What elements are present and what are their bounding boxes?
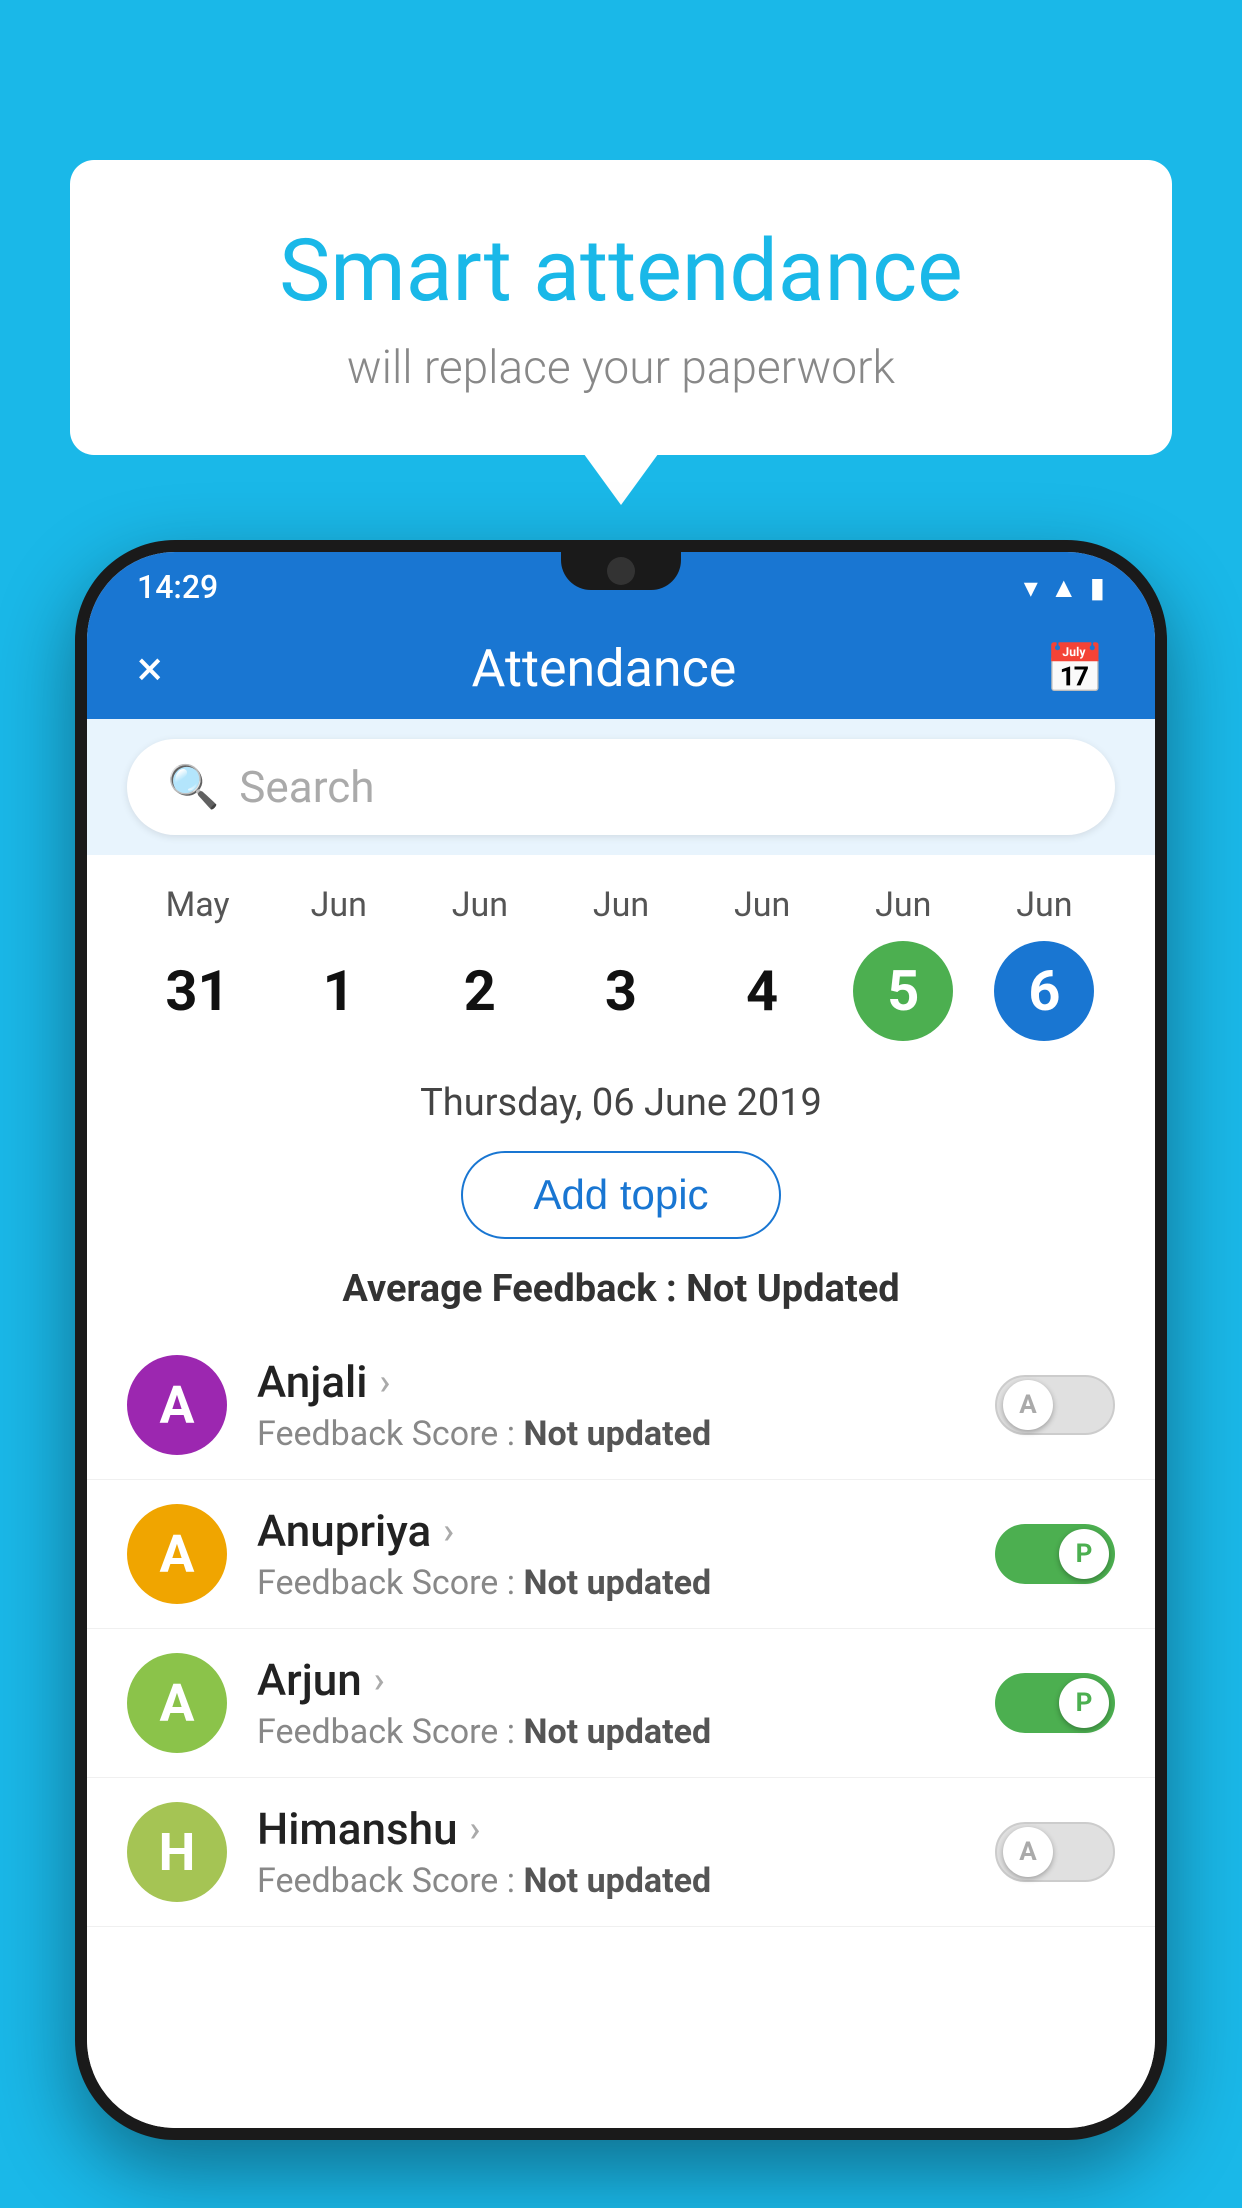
student-row[interactable]: A Anjali › Feedback Score : Not updated A (87, 1331, 1155, 1480)
toggle-knob: A (1003, 1380, 1053, 1430)
calendar-day[interactable]: Jun 1 (268, 885, 409, 1041)
feedback-value: Not Updated (686, 1267, 900, 1311)
attendance-toggle-wrap[interactable]: A (995, 1822, 1115, 1882)
search-input-placeholder[interactable]: Search (239, 761, 374, 813)
students-list: AAnjali ›Feedback Score : Not updatedAAA… (87, 1331, 1155, 2128)
student-feedback: Feedback Score : Not updated (257, 1712, 965, 1752)
feedback-prefix: Average Feedback : (342, 1267, 686, 1311)
chevron-icon: › (374, 1659, 385, 1701)
status-icons: ▾ ▲ ▮ (1024, 571, 1105, 604)
student-name: Arjun › (257, 1654, 965, 1706)
calendar-day[interactable]: Jun 2 (409, 885, 550, 1041)
phone: 14:29 ▾ ▲ ▮ × Attendance 📅 🔍 Search (75, 540, 1167, 2140)
student-name: Himanshu › (257, 1803, 965, 1855)
phone-camera (607, 557, 635, 585)
toggle-knob: P (1059, 1678, 1109, 1728)
calendar-icon[interactable]: 📅 (1045, 640, 1105, 697)
chevron-icon: › (470, 1808, 481, 1850)
student-info: Arjun › Feedback Score : Not updated (257, 1654, 965, 1752)
calendar-day[interactable]: Jun 4 (692, 885, 833, 1041)
attendance-toggle[interactable]: P (995, 1524, 1115, 1584)
cal-month-label: Jun (593, 885, 649, 925)
app-bar-title: Attendance (471, 638, 736, 699)
student-info: Anupriya › Feedback Score : Not updated (257, 1505, 965, 1603)
student-feedback: Feedback Score : Not updated (257, 1414, 965, 1454)
cal-date-number[interactable]: 2 (430, 941, 530, 1041)
student-row[interactable]: H Himanshu › Feedback Score : Not updated A (87, 1778, 1155, 1927)
calendar-row: May 31 Jun 1 Jun 2 Jun 3 Jun 4 Jun 5 Jun 6 (87, 855, 1155, 1061)
speech-bubble: Smart attendance will replace your paper… (70, 160, 1172, 455)
toggle-knob: A (1003, 1827, 1053, 1877)
cal-date-number[interactable]: 31 (148, 941, 248, 1041)
cal-date-number[interactable]: 6 (994, 941, 1094, 1041)
student-info: Himanshu › Feedback Score : Not updated (257, 1803, 965, 1901)
close-icon[interactable]: × (137, 640, 163, 697)
signal-icon: ▲ (1050, 571, 1078, 604)
cal-date-number[interactable]: 3 (571, 941, 671, 1041)
calendar-day[interactable]: Jun 5 (833, 885, 974, 1041)
speech-bubble-title: Smart attendance (150, 220, 1092, 321)
student-feedback: Feedback Score : Not updated (257, 1861, 965, 1901)
student-info: Anjali › Feedback Score : Not updated (257, 1356, 965, 1454)
phone-wrapper: 14:29 ▾ ▲ ▮ × Attendance 📅 🔍 Search (75, 540, 1167, 2208)
chevron-icon: › (379, 1361, 390, 1403)
cal-month-label: Jun (734, 885, 790, 925)
student-name: Anupriya › (257, 1505, 965, 1557)
search-icon: 🔍 (167, 763, 219, 812)
attendance-toggle[interactable]: A (995, 1822, 1115, 1882)
cal-month-label: May (166, 885, 230, 925)
chevron-icon: › (443, 1510, 454, 1552)
student-row[interactable]: A Arjun › Feedback Score : Not updated P (87, 1629, 1155, 1778)
cal-date-number[interactable]: 1 (289, 941, 389, 1041)
student-feedback: Feedback Score : Not updated (257, 1563, 965, 1603)
attendance-toggle-wrap[interactable]: A (995, 1375, 1115, 1435)
student-row[interactable]: A Anupriya › Feedback Score : Not updated P (87, 1480, 1155, 1629)
calendar-day[interactable]: Jun 3 (550, 885, 691, 1041)
selected-date-label: Thursday, 06 June 2019 (87, 1061, 1155, 1135)
wifi-icon: ▾ (1024, 571, 1038, 604)
cal-date-number[interactable]: 5 (853, 941, 953, 1041)
student-avatar: A (127, 1355, 227, 1455)
student-avatar: H (127, 1802, 227, 1902)
cal-month-label: Jun (452, 885, 508, 925)
attendance-toggle-wrap[interactable]: P (995, 1673, 1115, 1733)
battery-icon: ▮ (1090, 571, 1105, 604)
add-topic-container: Add topic (87, 1135, 1155, 1255)
cal-date-number[interactable]: 4 (712, 941, 812, 1041)
search-bar[interactable]: 🔍 Search (127, 739, 1115, 835)
cal-month-label: Jun (875, 885, 931, 925)
student-avatar: A (127, 1653, 227, 1753)
student-name: Anjali › (257, 1356, 965, 1408)
cal-month-label: Jun (311, 885, 367, 925)
app-bar: × Attendance 📅 (87, 618, 1155, 719)
speech-bubble-subtitle: will replace your paperwork (150, 341, 1092, 395)
status-time: 14:29 (137, 568, 218, 606)
add-topic-button[interactable]: Add topic (461, 1151, 780, 1239)
calendar-day[interactable]: Jun 6 (974, 885, 1115, 1041)
toggle-knob: P (1059, 1529, 1109, 1579)
calendar-day[interactable]: May 31 (127, 885, 268, 1041)
student-avatar: A (127, 1504, 227, 1604)
attendance-toggle[interactable]: P (995, 1673, 1115, 1733)
feedback-summary: Average Feedback : Not Updated (87, 1255, 1155, 1331)
phone-notch (561, 552, 681, 590)
cal-month-label: Jun (1016, 885, 1072, 925)
phone-screen: 14:29 ▾ ▲ ▮ × Attendance 📅 🔍 Search (87, 552, 1155, 2128)
attendance-toggle[interactable]: A (995, 1375, 1115, 1435)
search-container: 🔍 Search (87, 719, 1155, 855)
attendance-toggle-wrap[interactable]: P (995, 1524, 1115, 1584)
speech-bubble-container: Smart attendance will replace your paper… (70, 160, 1172, 455)
